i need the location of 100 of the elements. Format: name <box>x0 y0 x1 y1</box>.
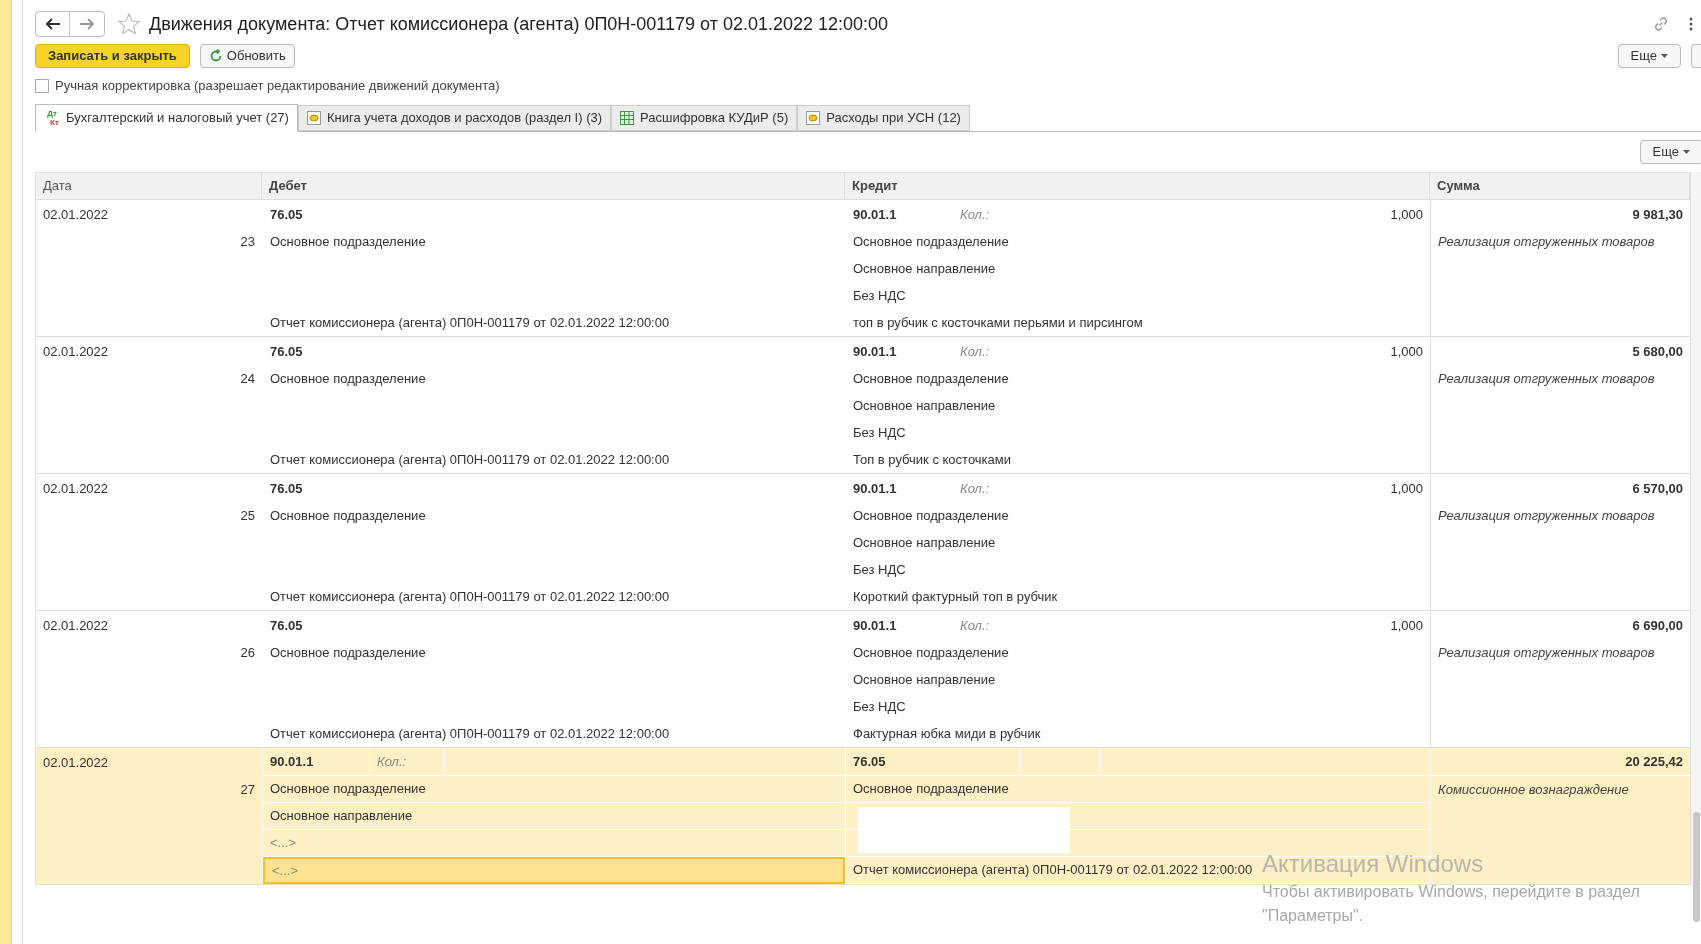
table-cell-text: Основное подразделение <box>853 506 1009 525</box>
amount-cell-text: 20 225,42 <box>1625 753 1683 772</box>
star-icon[interactable] <box>117 12 141 36</box>
caret-icon <box>1661 54 1668 58</box>
table-row[interactable] <box>36 474 1690 611</box>
account-code: 76.05 <box>270 479 303 498</box>
account-code: 76.05 <box>853 753 886 772</box>
account-code: 90.01.1 <box>853 616 897 635</box>
table-cell-text: Без НДС <box>853 423 906 442</box>
table-cell-text: 02.01.2022 <box>43 479 109 498</box>
table-cell-text: Основное направление <box>270 807 413 826</box>
refresh-icon <box>208 49 223 63</box>
table-row[interactable] <box>36 611 1690 748</box>
quantity-label: Кол.: <box>377 753 407 772</box>
table-row[interactable] <box>36 200 1690 337</box>
table-cell-text: Отчет комиссионера (агента) 0П0Н-001179 от 02.01.2022 12:00:00 <box>270 587 670 606</box>
account-code: 90.01.1 <box>853 479 897 498</box>
row-number: 27 <box>240 780 255 799</box>
activation-title: Активация Windows <box>1262 850 1485 878</box>
table-icon <box>620 111 635 125</box>
table-cell-text: Основное направление <box>853 670 996 689</box>
table-cell-text: Без НДС <box>853 286 906 305</box>
checkbox[interactable] <box>35 79 49 93</box>
window-title: Движения документа: Отчет комиссионера (агента) 0П0Н-001179 от 02.01.2022 12:00:00 <box>149 12 889 36</box>
table-cell-text: Основное подразделение <box>853 232 1009 251</box>
table-cell-text: Без НДС <box>853 697 906 716</box>
debit-credit-icon: Дт Кт <box>44 109 60 127</box>
row-number: 25 <box>240 506 255 525</box>
register-icon <box>306 111 321 125</box>
scrollbar-thumb[interactable] <box>1693 812 1700 922</box>
operation-content: Реализация отгруженных товаров <box>1438 369 1655 388</box>
quantity-value: 1,000 <box>1390 205 1423 224</box>
table-cell-text: 02.01.2022 <box>43 616 109 635</box>
table-cell-text: Основное подразделение <box>270 780 426 799</box>
register-icon <box>806 111 821 125</box>
account-code: 90.01.1 <box>853 342 897 361</box>
table-cell-text: топ в рубчик с косточками перьями и пирсингом <box>853 313 1143 332</box>
table-cell-text: Фактурная юбка миди в рубчик <box>853 724 1041 743</box>
account-code: 90.01.1 <box>270 753 314 772</box>
operation-content: Реализация отгруженных товаров <box>1438 506 1655 525</box>
column-header: Дебет <box>262 173 845 199</box>
column-header: Кредит <box>845 173 1430 199</box>
table-row[interactable] <box>36 337 1690 474</box>
account-code: 76.05 <box>270 342 303 361</box>
table-cell-text: Отчет комиссионера (агента) 0П0Н-001179 от 02.01.2022 12:00:00 <box>853 861 1253 880</box>
link-icon[interactable] <box>1653 16 1669 32</box>
table-cell-text: Отчет комиссионера (агента) 0П0Н-001179 от 02.01.2022 12:00:00 <box>270 450 670 469</box>
tab[interactable]: Расшифровка КУДиР (5) <box>611 105 798 131</box>
column-header: Сумма <box>1430 173 1690 199</box>
back-arrow-icon <box>44 18 61 30</box>
table-cell-text: Основное подразделение <box>853 780 1009 799</box>
refresh-button[interactable]: Обновить <box>199 44 295 68</box>
table-cell-text: Короткий фактурный топ в рубчик <box>853 587 1058 606</box>
table-cell-text: 02.01.2022 <box>43 342 109 361</box>
checkbox-label: Ручная корректировка (разрешает редактирование движений документа) <box>55 77 500 96</box>
selected-cell-value: <...> <box>272 861 299 880</box>
quantity-value: 1,000 <box>1390 616 1423 635</box>
account-code: 90.01.1 <box>853 205 897 224</box>
table-cell-text: Топ в рубчик с косточками <box>853 450 1011 469</box>
caret-icon <box>1683 150 1690 154</box>
selected-row[interactable] <box>36 748 1690 885</box>
table-cell-text: Основное подразделение <box>270 232 426 251</box>
row-number: 26 <box>240 643 255 662</box>
more-vertical-icon[interactable] <box>1689 17 1693 31</box>
amount-cell-text: 6 570,00 <box>1632 479 1683 498</box>
table-cell-text: Основное подразделение <box>853 369 1009 388</box>
save-and-close-button[interactable]: Записать и закрыть <box>35 44 190 68</box>
table-cell-text: Основное подразделение <box>270 369 426 388</box>
operation-content: Реализация отгруженных товаров <box>1438 232 1655 251</box>
table-cell-text: Отчет комиссионера (агента) 0П0Н-001179 от 02.01.2022 12:00:00 <box>270 724 670 743</box>
activation-message: Чтобы активировать Windows, перейдите в раздел "Параметры". <box>1262 882 1641 926</box>
table-cell-text: 02.01.2022 <box>43 205 109 224</box>
operation-content: Комиссионное вознаграждение <box>1438 780 1629 799</box>
table-cell-text: Основное подразделение <box>270 643 426 662</box>
more-button[interactable]: Еще <box>1617 44 1681 68</box>
row-number: 23 <box>240 232 255 251</box>
quantity-label: Кол.: <box>960 479 990 498</box>
table-cell-text: <...> <box>270 834 297 853</box>
table-cell-text: Основное направление <box>853 396 996 415</box>
tab[interactable]: Книга учета доходов и расходов (раздел I) (3) <box>297 105 612 131</box>
table-cell-text: Без НДС <box>853 560 906 579</box>
quantity-value: 1,000 <box>1390 342 1423 361</box>
table-cell-text: Основное направление <box>853 259 996 278</box>
button-edge[interactable] <box>1691 44 1701 68</box>
tab[interactable]: Расходы при УСН (12) <box>797 105 970 131</box>
account-code: 76.05 <box>270 616 303 635</box>
row-number: 24 <box>240 369 255 388</box>
account-code: 76.05 <box>270 205 303 224</box>
amount-cell-text: 9 981,30 <box>1632 205 1683 224</box>
quantity-value: 1,000 <box>1390 479 1423 498</box>
amount-cell-text: 5 680,00 <box>1632 342 1683 361</box>
forward-arrow-icon <box>79 18 95 30</box>
quantity-label: Кол.: <box>960 616 990 635</box>
table-cell-text: Отчет комиссионера (агента) 0П0Н-001179 от 02.01.2022 12:00:00 <box>270 313 670 332</box>
quantity-label: Кол.: <box>960 205 990 224</box>
more-button[interactable]: Еще <box>1639 140 1701 164</box>
table-cell-text: Основное направление <box>853 533 996 552</box>
table-cell-text: Основное подразделение <box>853 643 1009 662</box>
amount-cell-text: 6 690,00 <box>1632 616 1683 635</box>
quantity-label: Кол.: <box>960 342 990 361</box>
